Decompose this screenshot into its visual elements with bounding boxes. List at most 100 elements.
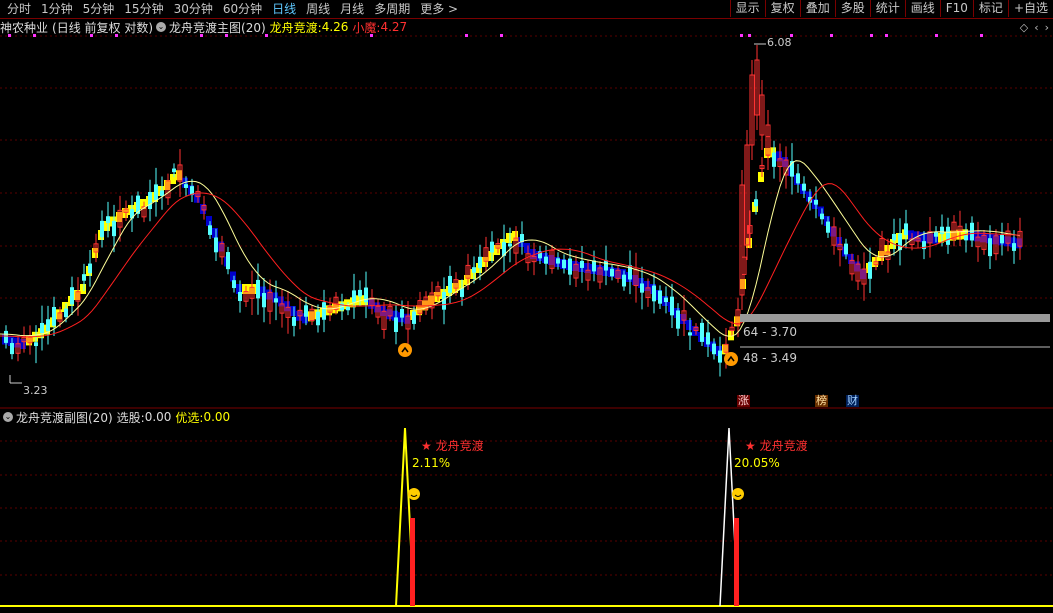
candle-body — [580, 260, 584, 268]
ribbon-block — [782, 157, 788, 167]
ribbon-block — [164, 180, 170, 190]
candle-body — [316, 311, 320, 326]
smiley-icon-0 — [408, 488, 420, 500]
candle-body — [814, 199, 818, 205]
low-price-label: 3.23 — [23, 384, 48, 397]
candle-body — [160, 190, 164, 196]
candle-body — [100, 220, 104, 238]
ribbon-block — [488, 251, 494, 261]
bang-tag[interactable]: 榜 — [815, 395, 828, 407]
candle-body — [802, 183, 806, 191]
ribbon-block — [284, 301, 290, 312]
candle-body — [700, 322, 704, 342]
ribbon-block — [218, 241, 224, 252]
ribbon-block — [764, 148, 770, 158]
ribbon-block — [680, 314, 686, 324]
zone-label-1: 64 - 3.70 — [743, 325, 797, 339]
candle-body — [448, 275, 452, 293]
ribbon-block — [482, 257, 488, 267]
candle-body — [412, 311, 416, 324]
top-marker-8 — [465, 34, 468, 37]
ribbon-block — [1016, 238, 1022, 249]
zone-bar-1 — [740, 314, 1050, 322]
ribbon-block — [248, 284, 254, 294]
candle-body — [670, 296, 674, 316]
ribbon-block — [428, 295, 434, 306]
ribbon-block — [584, 263, 590, 273]
ribbon-block — [116, 212, 122, 222]
candle-body — [988, 238, 992, 257]
marks-layer — [8, 34, 1050, 384]
ribbon-block — [266, 289, 272, 300]
ribbon-block — [848, 254, 854, 264]
candle-body — [544, 256, 548, 264]
zhang-tag[interactable]: 涨 — [737, 395, 750, 407]
smiley-icon-1 — [732, 488, 744, 500]
candle-body — [262, 293, 266, 308]
candle-body — [622, 274, 626, 287]
candle-body — [490, 241, 494, 253]
ribbon-block — [956, 229, 962, 240]
ribbon-block — [56, 309, 62, 320]
kline-chart[interactable] — [0, 0, 1053, 613]
signal-pct-1: 2.11% — [412, 456, 451, 470]
candle-body — [868, 261, 872, 279]
candle-body — [112, 220, 116, 237]
candle-body — [154, 184, 158, 201]
cai-tag[interactable]: 财 — [846, 395, 859, 407]
candle-body — [322, 302, 326, 320]
candle-body — [70, 287, 74, 305]
candle-body — [826, 221, 830, 233]
candle-body — [238, 291, 242, 302]
ribbon-block — [596, 265, 602, 275]
candle-body — [706, 332, 710, 345]
candle-body — [256, 279, 260, 299]
ribbon-block — [860, 269, 866, 279]
ribbon-block — [308, 311, 314, 322]
ribbon-block — [374, 302, 380, 313]
ribbon-block — [278, 296, 284, 307]
top-marker-4 — [200, 34, 203, 37]
candle-body — [214, 237, 218, 253]
ribbon-block — [926, 233, 932, 244]
candle-body — [346, 306, 350, 311]
candle-body — [964, 235, 968, 241]
zone-label-2: 48 - 3.49 — [743, 351, 797, 365]
grid-lines — [0, 35, 1053, 576]
ribbon-block — [614, 268, 620, 278]
candle-body — [106, 216, 110, 224]
candle-body — [304, 305, 308, 317]
candle-body — [88, 263, 92, 274]
ribbon-block — [386, 309, 392, 320]
candle-body — [40, 322, 44, 334]
candle-body — [208, 225, 212, 235]
candle-body — [358, 289, 362, 297]
candle-body — [604, 260, 608, 271]
candle-body — [568, 258, 572, 275]
high-price-label: 6.08 — [767, 36, 792, 49]
top-marker-17 — [980, 34, 983, 37]
candle-body — [610, 268, 614, 277]
candle-body — [292, 316, 296, 326]
candle-body — [184, 184, 188, 188]
candle-body — [664, 297, 668, 303]
ribbon-block — [836, 237, 842, 247]
candle-body — [400, 308, 404, 318]
ribbon-block — [290, 306, 296, 316]
ribbon-block — [686, 320, 692, 330]
candle-body — [592, 260, 596, 272]
candle-body — [64, 308, 68, 318]
ribbon-block — [494, 245, 500, 255]
top-marker-0 — [8, 34, 11, 37]
candle-body — [556, 258, 560, 264]
ribbon-block — [194, 192, 200, 203]
signal-label-1: ★ 龙舟竞渡 — [421, 439, 484, 453]
candle-body — [658, 290, 662, 304]
candle-body — [562, 259, 566, 269]
candle-body — [82, 274, 86, 281]
ma-lines-layer — [0, 160, 1021, 338]
top-marker-5 — [225, 34, 228, 37]
ribbon-block — [170, 174, 176, 184]
top-marker-15 — [885, 34, 888, 37]
candle-body — [640, 283, 644, 293]
